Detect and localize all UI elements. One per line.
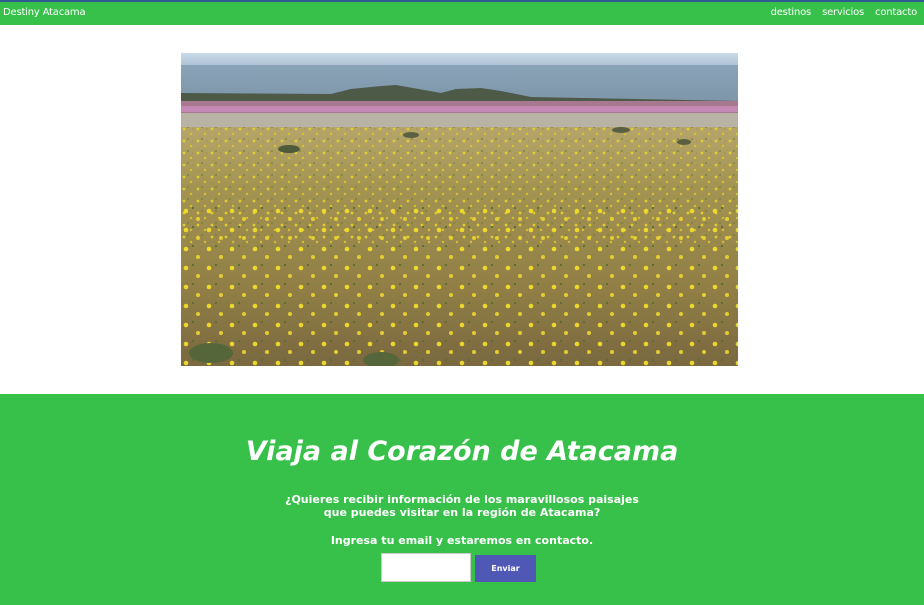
section-description: ¿Quieres recibir información de los mara… (0, 493, 924, 519)
description-line-1: ¿Quieres recibir información de los mara… (285, 493, 639, 506)
hero-image (181, 53, 738, 366)
navbar: Destiny Atacama destinos servicios conta… (0, 2, 924, 25)
nav-link-contacto[interactable]: contacto (875, 7, 917, 19)
email-input[interactable] (381, 553, 471, 582)
description-line-2: que puedes visitar en la región de Ataca… (323, 506, 601, 519)
nav-links: destinos servicios contacto (771, 7, 918, 19)
nav-link-destinos[interactable]: destinos (771, 7, 812, 19)
newsletter-section: Viaja al Corazón de Atacama ¿Quieres rec… (0, 394, 924, 605)
email-prompt: Ingresa tu email y estaremos en contacto… (330, 534, 594, 547)
brand-link[interactable]: Destiny Atacama (3, 7, 86, 19)
nav-link-servicios[interactable]: servicios (822, 7, 864, 19)
section-title: Viaja al Corazón de Atacama (245, 436, 679, 467)
send-button[interactable]: Enviar (475, 555, 536, 582)
